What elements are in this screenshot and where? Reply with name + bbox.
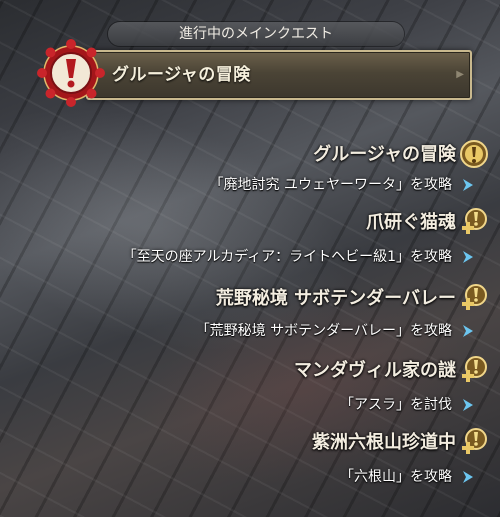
objective-arrow-icon [463,179,473,191]
quest-objective[interactable]: 「荒野秘境 サボテンダーバレー」を攻略 [196,320,452,342]
gold-plus-marker-icon [462,356,487,382]
objective-arrow-icon [463,399,473,411]
objective-arrow-icon [463,251,473,263]
gold-plus-marker-icon [462,428,487,454]
gold-plus-marker-icon [462,208,487,234]
quest-objective[interactable]: 「六根山」を攻略 [340,466,452,488]
quest-title[interactable]: グルージャの冒険 [313,140,456,170]
quest-title[interactable]: 爪研ぐ猫魂 [366,208,456,238]
quest-title[interactable]: 紫洲六根山珍道中 [312,428,456,458]
quest-objective[interactable]: 「廃地討究 ユウェヤーワータ」を攻略 [210,174,452,196]
quest-title[interactable]: 荒野秘境 サボテンダーバレー [216,284,456,314]
objective-arrow-icon [463,325,473,337]
gold-exclamation-marker-icon [460,140,488,168]
objective-arrow-icon [463,471,473,483]
quest-title[interactable]: マンダヴィル家の謎 [294,356,456,386]
gold-plus-marker-icon [462,284,487,310]
quest-objective[interactable]: 「アスラ」を討伐 [340,394,452,416]
quest-list: グルージャの冒険 「廃地討究 ユウェヤーワータ」を攻略 爪研ぐ猫魂 「至天の座ア… [0,0,500,517]
quest-objective[interactable]: 「至天の座アルカディア：ライトヘビー級1」を攻略 [123,246,452,268]
